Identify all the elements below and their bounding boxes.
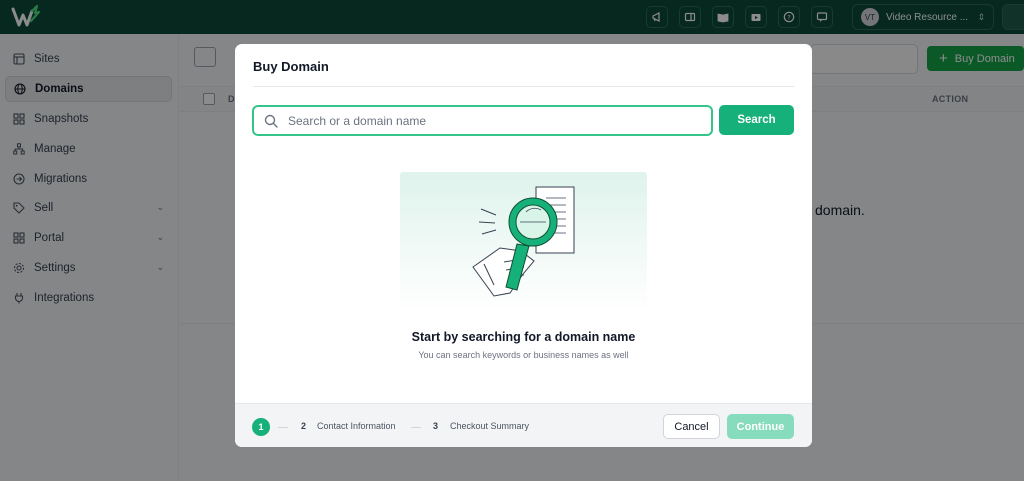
cancel-button[interactable]: Cancel	[663, 414, 720, 439]
search-button[interactable]: Search	[719, 105, 794, 135]
domain-search-field[interactable]	[252, 105, 713, 136]
divider	[253, 86, 794, 87]
buy-domain-modal: Buy Domain Search or a domain name Searc…	[235, 44, 812, 447]
step-connector	[278, 427, 288, 428]
modal-footer: 1 2 Contact Information 3 Checkout Summa…	[235, 403, 812, 447]
domain-search-input[interactable]	[288, 113, 688, 128]
modal-title: Buy Domain	[253, 59, 329, 74]
continue-button[interactable]: Continue	[727, 414, 794, 439]
empty-state-heading: Start by searching for a domain name	[411, 330, 636, 344]
search-icon	[264, 114, 278, 128]
empty-state-subheading: You can search keywords or business name…	[418, 350, 629, 360]
step-3-label: Checkout Summary	[450, 421, 530, 431]
step-2-number: 2	[301, 421, 307, 431]
step-connector	[411, 427, 421, 428]
step-3-number: 3	[433, 421, 439, 431]
search-illustration	[400, 172, 647, 312]
step-2-label: Contact Information	[317, 421, 396, 431]
step-1-indicator: 1	[252, 418, 270, 436]
